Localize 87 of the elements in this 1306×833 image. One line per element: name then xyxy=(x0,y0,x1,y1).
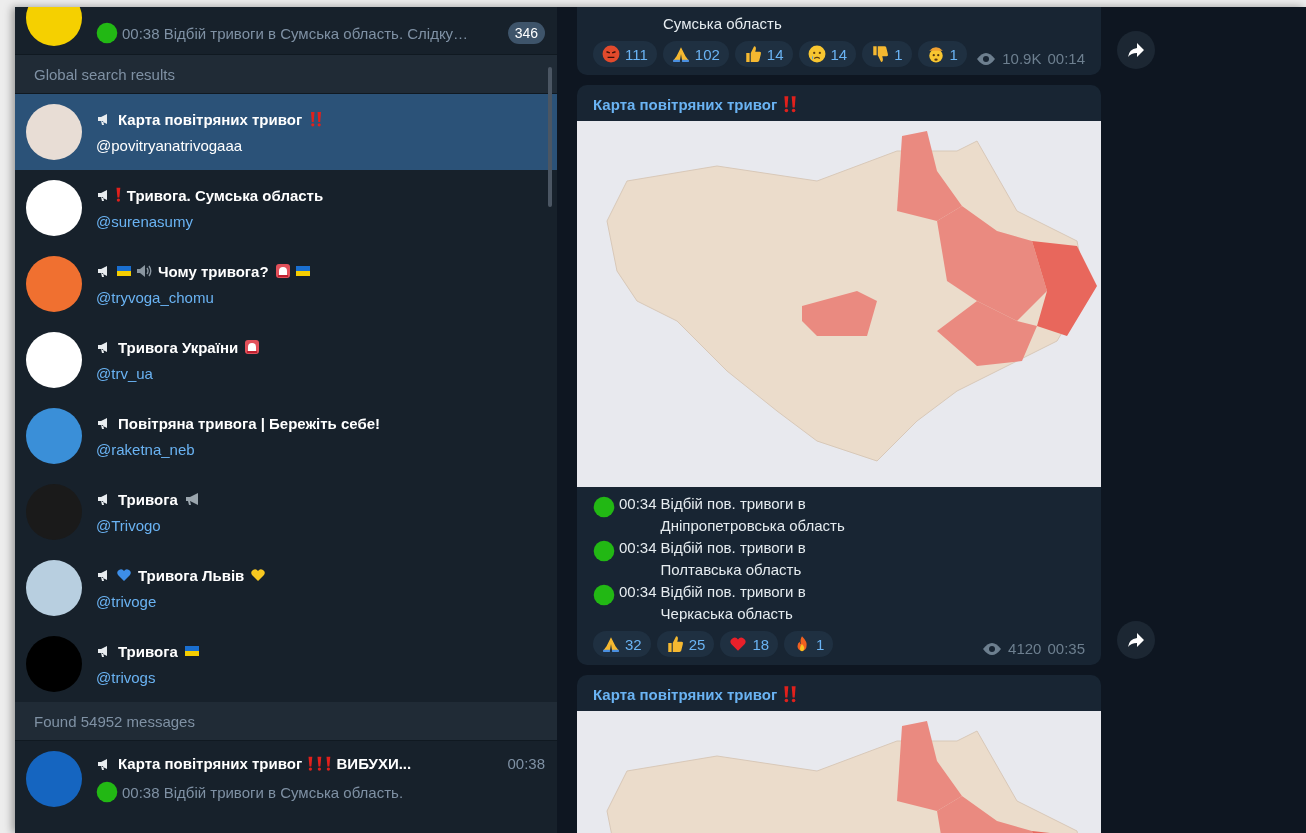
share-button[interactable] xyxy=(1117,31,1155,69)
exclamation-icon xyxy=(325,755,331,772)
share-icon xyxy=(1127,632,1145,648)
channel-handle: @trv_ua xyxy=(96,364,154,382)
angry-face-icon xyxy=(602,45,620,63)
alert-time: 00:34 xyxy=(619,494,657,514)
title-text: Тривога xyxy=(118,642,178,660)
thumbs-down-icon xyxy=(871,45,890,63)
chat-list-item[interactable]: Карта повітряних тривог ВИБУХИ... 00:38 00:38 Відбій тривоги в Сумська область. xyxy=(15,741,557,817)
heart-icon xyxy=(729,635,748,653)
alert-time: 00:34 xyxy=(619,582,657,602)
unread-count: 346 xyxy=(507,22,545,44)
chat-list-item[interactable]: Тривога @trivogs xyxy=(15,626,557,702)
emoji-dot-icon xyxy=(593,540,615,562)
section-header: Global search results xyxy=(15,55,557,94)
channel-handle: @trivogs xyxy=(96,668,157,686)
reaction-button[interactable]: 14 xyxy=(798,41,857,67)
share-button[interactable] xyxy=(1117,621,1155,659)
thumbs-up-icon xyxy=(665,635,684,653)
emoji-dot-icon xyxy=(96,781,118,803)
reaction-button[interactable]: 14 xyxy=(734,41,793,67)
exclamation-icon xyxy=(308,755,313,772)
title-text: Карта повітряних тривог xyxy=(118,110,303,128)
alert-text: Відбій пов. тривоги в Полтавська область xyxy=(660,538,807,580)
emoji-dot-icon xyxy=(593,496,615,518)
siren-icon xyxy=(244,339,261,355)
siren-icon xyxy=(274,263,291,279)
reaction-button[interactable]: 32 xyxy=(593,631,651,657)
chat-list-item[interactable]: Повітряна тривога | Бережіть себе! @raketna_neb xyxy=(15,398,557,474)
heart-icon xyxy=(116,567,132,583)
title-text: Карта повітряних тривог xyxy=(118,755,303,772)
section-header: Found 54952 messages xyxy=(15,702,557,741)
chat-list-item[interactable]: Карта повітряних тривог @povitryanatrivogaaa xyxy=(15,94,557,170)
flag-icon xyxy=(183,643,200,659)
reaction-button[interactable]: 1 xyxy=(862,41,912,67)
message-time: 00:14 xyxy=(1047,50,1085,67)
chat-list-item[interactable]: Тривога. Сумська область @surenasumy xyxy=(15,170,557,246)
message-preview: 00:38 Відбій тривоги в Сумська область. xyxy=(122,783,404,801)
channel-handle: @raketna_neb xyxy=(96,440,196,458)
alert-text: Відбій пов. тривоги в Дніпропетровська область xyxy=(660,494,846,536)
reaction-button[interactable]: 1 xyxy=(917,41,967,67)
alert-time: 00:34 xyxy=(619,538,657,558)
chat-list-item[interactable]: Тривога @Trivogo xyxy=(15,474,557,550)
title-text: Чому тривога? xyxy=(158,262,269,280)
emoji-dot-icon xyxy=(96,22,118,44)
loudspeaker-icon xyxy=(183,491,200,507)
title-text: Тривога України xyxy=(118,338,239,356)
speaker-icon xyxy=(136,263,152,279)
flag-icon xyxy=(116,263,132,279)
view-count: 10.9K xyxy=(1002,50,1042,67)
thumbs-up-icon xyxy=(743,45,762,63)
channel-handle: @Trivogo xyxy=(96,516,162,534)
emoji-dot-icon xyxy=(593,584,615,606)
title-text: Тривога. Сумська область xyxy=(126,186,324,204)
reaction-button[interactable]: 111 xyxy=(593,41,657,67)
alert-text: Відбій пов. тривоги в Черкаська область xyxy=(660,582,807,624)
channel-name[interactable]: Карта повітряних тривог xyxy=(593,95,778,113)
reaction-button[interactable]: 1 xyxy=(784,631,834,657)
heart-icon xyxy=(250,567,267,583)
title-text: ВИБУХИ... xyxy=(336,755,412,772)
message-time: 00:38 xyxy=(507,755,545,772)
title-text: Тривога Львів xyxy=(138,566,245,584)
eye-icon xyxy=(976,51,997,66)
eye-icon xyxy=(982,641,1003,656)
exclamation-icon xyxy=(316,755,322,772)
chat-list-item[interactable]: Тривога України @trv_ua xyxy=(15,322,557,398)
message-time: 00:35 xyxy=(1047,640,1085,657)
reaction-button[interactable]: 18 xyxy=(720,631,779,657)
exclamation-icon xyxy=(116,187,121,203)
scrollbar[interactable] xyxy=(548,67,552,207)
chat-list-item[interactable]: Тривога Львів @trivoge xyxy=(15,550,557,626)
reaction-button[interactable]: 25 xyxy=(656,631,715,657)
crying-face-icon xyxy=(807,45,826,63)
message-preview: 00:38 Відбій тривоги в Сумська область. Слідку… xyxy=(122,24,469,42)
message-text: Сумська область xyxy=(663,14,782,34)
share-icon xyxy=(1127,42,1145,58)
view-count: 4120 xyxy=(1008,640,1042,657)
channel-handle: @trivoge xyxy=(96,592,158,610)
flag-icon xyxy=(294,263,311,279)
channel-name[interactable]: Карта повітряних тривог xyxy=(593,685,778,703)
channel-handle: @tryvoga_chomu xyxy=(96,288,215,306)
title-text: Тривога xyxy=(118,490,178,508)
chat-list-item[interactable]: Чому тривога? @tryvoga_chomu xyxy=(15,246,557,322)
channel-handle: @surenasumy xyxy=(96,212,194,230)
reaction-button[interactable]: 102 xyxy=(662,41,729,67)
title-text: Повітряна тривога | Бережіть себе! xyxy=(118,414,381,432)
channel-handle: @povitryanatrivogaaa xyxy=(96,136,244,154)
